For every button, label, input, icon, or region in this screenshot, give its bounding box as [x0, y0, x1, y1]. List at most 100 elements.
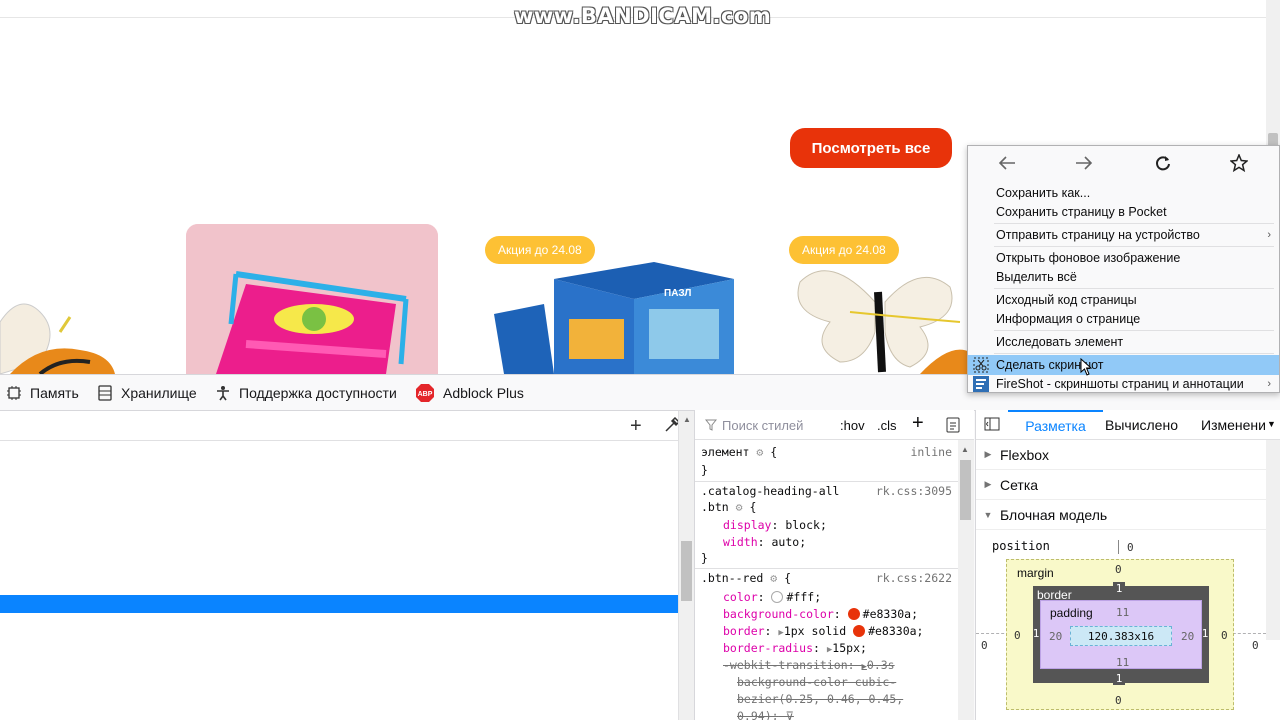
section-flexbox[interactable]: ▶ Flexbox [976, 440, 1266, 470]
css-value[interactable]: 15px [832, 641, 860, 655]
style-search-input[interactable]: Поиск стилей [722, 418, 803, 433]
tab-adblock-plus[interactable]: ABP Adblock Plus [415, 375, 524, 411]
css-value[interactable]: auto [771, 535, 799, 549]
menu-item-save-as[interactable]: Сохранить как... [968, 183, 1279, 203]
cls-toggle[interactable]: .cls [877, 418, 897, 433]
color-swatch[interactable] [853, 625, 866, 637]
section-box-model[interactable]: ▼ Блочная модель [976, 500, 1266, 530]
rules-scrollbar-thumb[interactable] [960, 460, 971, 520]
css-value[interactable]: 0.94); [737, 709, 779, 720]
menu-item-view-source[interactable]: Исходный код страницы [968, 290, 1279, 310]
margin-bottom-value[interactable]: 0 [1115, 694, 1122, 707]
border-right-value[interactable]: 1 [1201, 627, 1209, 640]
css-value[interactable]: block [785, 518, 820, 532]
border-box[interactable]: border 1 1 1 1 padding 11 20 20 11 120.3… [1032, 582, 1209, 685]
rule-source[interactable]: rk.css:3095 [876, 484, 952, 498]
tab-label: Adblock Plus [443, 385, 524, 401]
menu-item-select-all[interactable]: Выделить всё [968, 267, 1279, 287]
menu-separator [994, 330, 1274, 331]
menu-item-take-screenshot[interactable]: Сделать скриншот [968, 355, 1279, 376]
menu-separator [994, 353, 1274, 354]
markup-scrollbar-thumb[interactable] [681, 541, 692, 601]
product-card[interactable] [186, 224, 438, 374]
padding-box[interactable]: padding 11 20 20 11 120.383x16 [1040, 600, 1202, 669]
view-all-button[interactable]: Посмотреть все [790, 128, 952, 168]
gear-icon[interactable]: ⚙ [756, 445, 763, 459]
menu-item-send-to-device[interactable]: Отправить страницу на устройство › [968, 225, 1279, 245]
reload-icon[interactable] [1154, 154, 1172, 175]
scroll-up-icon[interactable]: ▲ [683, 415, 691, 424]
rule-selector: .btn--red [701, 571, 764, 585]
padding-left-value[interactable]: 20 [1049, 630, 1062, 643]
css-value[interactable]: #fff [786, 590, 814, 604]
margin-top-value[interactable]: 0 [1115, 563, 1122, 576]
css-value[interactable]: background-color cubic- [737, 675, 896, 689]
rule-selector: .catalog-heading-all [701, 484, 840, 498]
color-swatch[interactable] [847, 608, 860, 620]
position-value: 0 [1127, 541, 1134, 554]
sidebar-toggle-icon[interactable] [984, 417, 1000, 434]
section-label: Блочная модель [1000, 506, 1108, 523]
gear-icon[interactable]: ⚙ [736, 500, 743, 514]
rule-source[interactable]: inline [910, 445, 952, 459]
padding-top-value[interactable]: 11 [1116, 606, 1129, 619]
border-left-value[interactable]: 1 [1032, 627, 1040, 640]
css-property[interactable]: display [723, 518, 771, 532]
menu-item-label: Открыть фоновое изображение [996, 251, 1181, 265]
tab-computed[interactable]: Вычислено [1105, 417, 1178, 433]
tab-storage[interactable]: Хранилище [97, 375, 197, 411]
rule-source[interactable]: rk.css:2622 [876, 571, 952, 585]
margin-box[interactable]: margin 0 0 0 0 border 1 1 1 1 padding 11… [1006, 559, 1234, 710]
padding-bottom-value[interactable]: 11 [1116, 656, 1129, 669]
gear-icon[interactable]: ⚙ [770, 571, 777, 585]
css-property[interactable]: border [723, 624, 765, 638]
back-arrow-icon[interactable] [998, 155, 1016, 174]
css-value[interactable]: 1px solid [784, 624, 846, 638]
add-node-icon[interactable]: + [630, 415, 642, 438]
menu-item-inspect-element[interactable]: Исследовать элемент [968, 332, 1279, 352]
forward-arrow-icon[interactable] [1075, 155, 1093, 174]
bookmark-star-icon[interactable] [1229, 153, 1249, 175]
border-top-value[interactable]: 1 [1113, 582, 1125, 595]
css-value[interactable]: #e8330a [863, 607, 911, 621]
css-value[interactable]: #e8330a [868, 624, 916, 638]
tab-layout[interactable]: Разметка [1008, 410, 1103, 440]
add-rule-icon[interactable]: + [912, 412, 924, 435]
product-card[interactable] [790, 262, 970, 374]
layout-scrollbar[interactable] [1266, 440, 1280, 640]
padding-right-value[interactable]: 20 [1181, 630, 1194, 643]
selected-node-row[interactable] [0, 595, 678, 613]
css-property[interactable]: width [723, 535, 758, 549]
print-media-icon[interactable] [946, 417, 960, 436]
hov-toggle[interactable]: :hov [840, 418, 865, 433]
menu-separator [994, 246, 1274, 247]
css-value[interactable]: bezier(0.25, 0.46, 0.45, [737, 692, 903, 706]
chevron-down-icon[interactable]: ▼ [1267, 419, 1276, 429]
tab-label: Память [30, 385, 79, 401]
menu-item-page-info[interactable]: Информация о странице [968, 309, 1279, 329]
css-property[interactable]: background-color [723, 607, 834, 621]
rules-scrollbar[interactable]: ▲ [958, 440, 974, 720]
css-property[interactable]: border-radius [723, 641, 813, 655]
margin-left-value[interactable]: 0 [1014, 629, 1021, 642]
tab-memory[interactable]: Память [6, 375, 79, 411]
menu-item-save-to-pocket[interactable]: Сохранить страницу в Pocket [968, 202, 1279, 222]
product-card[interactable] [0, 262, 130, 374]
tab-changes[interactable]: Изменени [1201, 417, 1266, 433]
border-bottom-value[interactable]: 1 [1113, 672, 1125, 685]
css-value[interactable]: 0.3s [867, 658, 895, 672]
screen: www.BANDICAM.com Посмотреть все ПАЗЛ Акц… [0, 0, 1280, 720]
css-property[interactable]: -webkit-transition [723, 658, 848, 672]
layout-tabbar: Разметка Вычислено Изменени ▼ [976, 410, 1280, 440]
color-swatch[interactable] [771, 591, 784, 603]
menu-item-fireshot[interactable]: FireShot - скриншоты страниц и аннотации… [968, 374, 1279, 394]
filter-icon[interactable]: ⊽ [785, 709, 793, 720]
content-size[interactable]: 120.383x16 [1070, 626, 1172, 646]
menu-item-open-background-image[interactable]: Открыть фоновое изображение [968, 248, 1279, 268]
markup-scrollbar[interactable]: ▲ [678, 411, 694, 720]
tab-accessibility[interactable]: Поддержка доступности [215, 375, 397, 411]
css-property[interactable]: color [723, 590, 758, 604]
margin-right-value[interactable]: 0 [1221, 629, 1228, 642]
section-grid[interactable]: ▶ Сетка [976, 470, 1266, 500]
scroll-up-icon[interactable]: ▲ [961, 445, 969, 454]
